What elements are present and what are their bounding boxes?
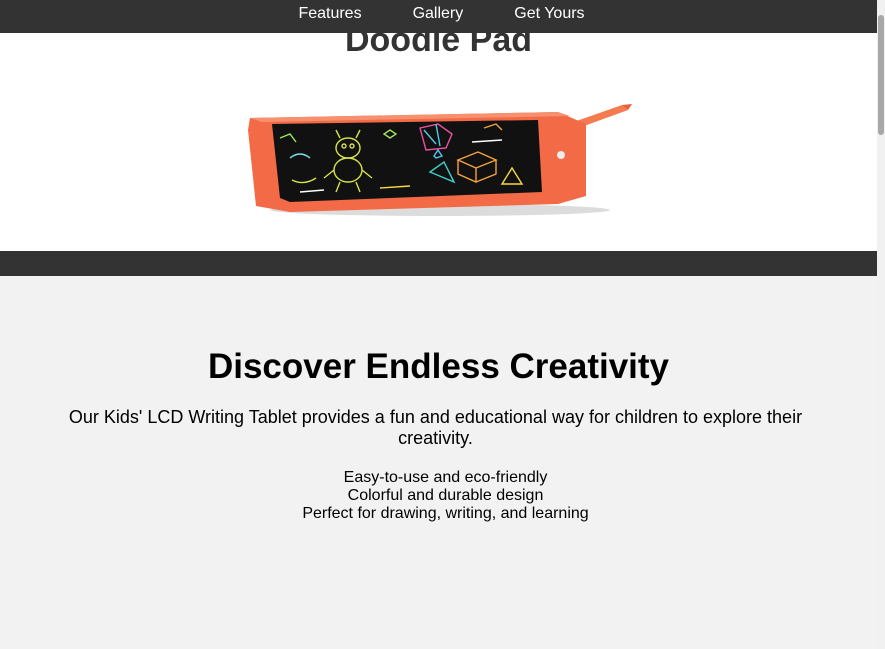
header-band xyxy=(0,251,877,276)
top-nav: Features Gallery Get Yours xyxy=(0,0,877,33)
feature-list: Easy-to-use and eco-friendly Colorful an… xyxy=(0,469,877,523)
nav-item-get-yours: Get Yours xyxy=(514,0,584,27)
feature-item: Perfect for drawing, writing, and learni… xyxy=(302,505,589,522)
section-heading: Discover Endless Creativity xyxy=(207,347,670,386)
nav-link-features[interactable]: Features xyxy=(298,0,361,27)
page: Doodle Pad Features Gallery Get Yours Di… xyxy=(0,0,877,649)
nav-link-gallery[interactable]: Gallery xyxy=(413,0,464,27)
section-lead: Our Kids' LCD Writing Tablet provides a … xyxy=(68,407,803,448)
nav-link-get-yours[interactable]: Get Yours xyxy=(514,0,584,27)
scrollbar-thumb[interactable] xyxy=(878,15,884,135)
hero-header: Doodle Pad xyxy=(0,0,877,251)
nav-item-gallery: Gallery xyxy=(413,0,464,27)
nav-item-features: Features xyxy=(298,0,361,27)
feature-item: Colorful and durable design xyxy=(347,487,544,504)
product-image-lcd-tablet xyxy=(248,104,632,216)
feature-item: Easy-to-use and eco-friendly xyxy=(343,469,548,486)
vertical-scrollbar[interactable] xyxy=(877,0,885,649)
